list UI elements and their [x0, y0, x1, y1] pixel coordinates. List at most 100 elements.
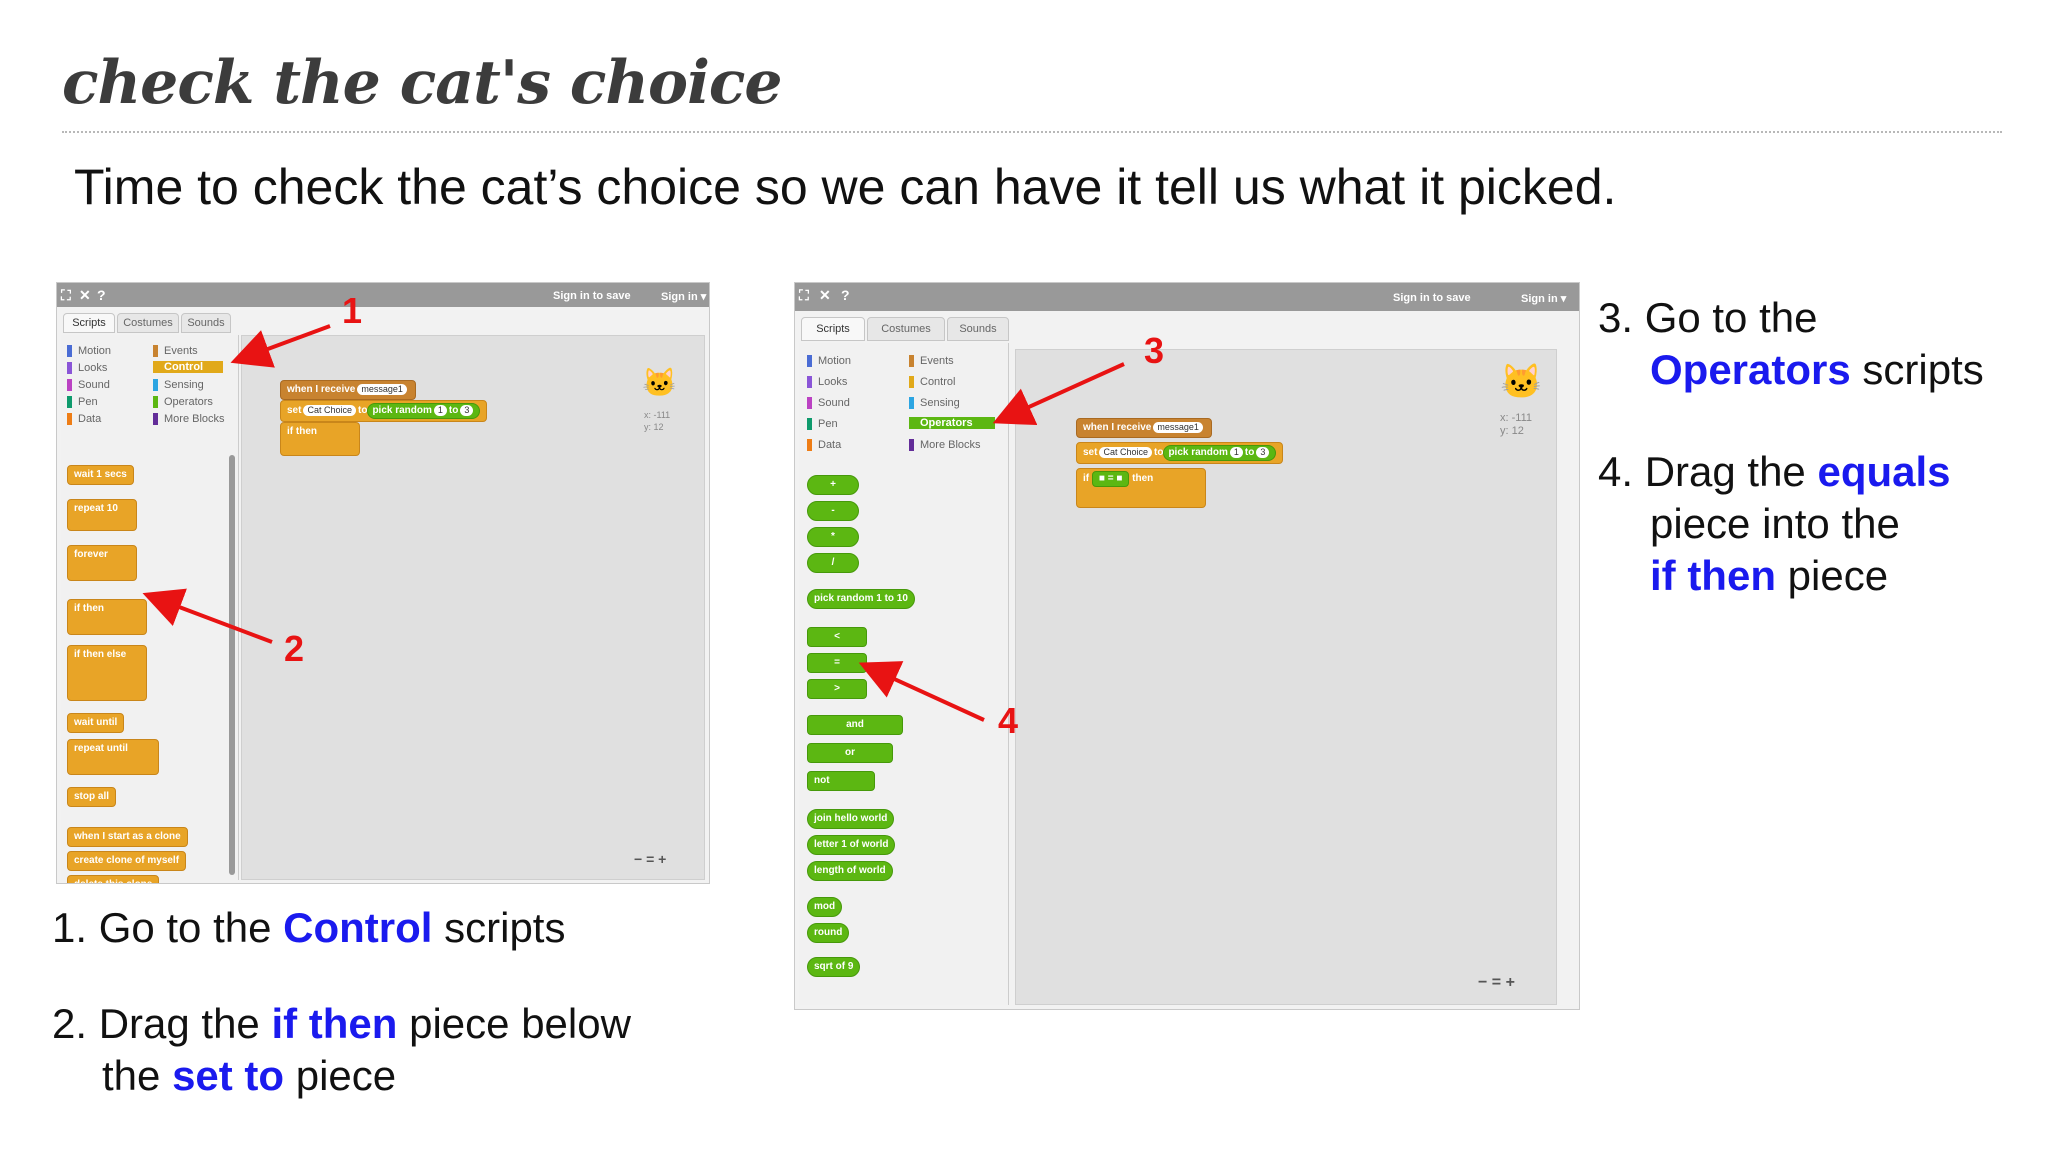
block-if-then-placed[interactable]: if then — [280, 422, 360, 456]
block-if-then-placed[interactable]: if ■ = ■ then — [1076, 468, 1206, 508]
block-set-to[interactable]: set Cat Choice to pick random 1 to 3 — [280, 400, 488, 422]
tab-costumes[interactable]: Costumes — [117, 313, 179, 333]
block-when-i-receive[interactable]: when I receive message1 — [280, 380, 416, 400]
category-events[interactable]: Events — [153, 345, 198, 357]
category-pen[interactable]: Pen — [67, 396, 98, 408]
step-3-line2: Operators scripts — [1650, 346, 1984, 393]
sprite-y: y: 12 — [644, 422, 664, 432]
sprite-y: y: 12 — [1500, 425, 1524, 437]
slide-title: check the cat's choice — [62, 48, 783, 118]
category-control[interactable]: Control — [153, 361, 223, 373]
block-repeat[interactable]: repeat 10 — [67, 499, 137, 531]
block-length-of[interactable]: length of world — [807, 861, 893, 881]
zoom-controls[interactable]: − = + — [634, 851, 666, 867]
category-sensing[interactable]: Sensing — [153, 379, 204, 391]
fullscreen-icon[interactable]: ⛶ — [799, 287, 809, 304]
block-not[interactable]: not — [807, 771, 875, 791]
block-join[interactable]: join hello world — [807, 809, 895, 829]
step-4-line2: piece into the — [1650, 500, 1900, 547]
block-equals[interactable]: = — [807, 653, 867, 673]
block-delete-clone[interactable]: delete this clone — [67, 875, 160, 883]
sign-in-menu[interactable]: Sign in ▾ — [1521, 292, 1566, 305]
block-sqrt[interactable]: sqrt of 9 — [807, 957, 861, 977]
shrink-icon[interactable]: ✕ — [79, 287, 91, 304]
scratch-screenshot-operators: ⛶ ✕ ? Sign in to save Sign in ▾ Scripts … — [794, 282, 1580, 1010]
block-stop[interactable]: stop all — [67, 787, 117, 807]
category-control[interactable]: Control — [909, 376, 955, 388]
block-greater-than[interactable]: > — [807, 679, 867, 699]
block-palette: Motion Looks Sound Pen Data Events Contr… — [799, 343, 1009, 1005]
block-letter-of[interactable]: letter 1 of world — [807, 835, 896, 855]
palette-scrollbar[interactable] — [229, 455, 235, 875]
step-1: 1. Go to the Control scripts — [52, 904, 566, 951]
block-if-then[interactable]: if then — [67, 599, 147, 635]
block-forever[interactable]: forever — [67, 545, 137, 581]
help-icon[interactable]: ? — [97, 287, 106, 303]
category-more-blocks[interactable]: More Blocks — [153, 413, 225, 425]
block-palette: Motion Looks Sound Pen Data Events Contr… — [61, 335, 239, 883]
marker-1: 1 — [342, 290, 363, 331]
block-divide[interactable]: / — [807, 553, 859, 573]
shrink-icon[interactable]: ✕ — [819, 287, 831, 304]
block-subtract[interactable]: - — [807, 501, 859, 521]
sign-in-to-save[interactable]: Sign in to save — [553, 290, 631, 302]
block-pick-random[interactable]: pick random 1 to 10 — [807, 589, 915, 609]
category-events[interactable]: Events — [909, 355, 954, 367]
category-operators[interactable]: Operators — [909, 417, 995, 429]
scratch-menubar: ⛶ ✕ ? Sign in to save Sign in ▾ — [795, 283, 1579, 311]
category-motion[interactable]: Motion — [807, 355, 851, 367]
block-mod[interactable]: mod — [807, 897, 843, 917]
help-icon[interactable]: ? — [841, 287, 850, 303]
sign-in-menu[interactable]: Sign in ▾ — [661, 290, 706, 303]
tab-sounds[interactable]: Sounds — [181, 313, 231, 333]
category-looks[interactable]: Looks — [807, 376, 847, 388]
category-motion[interactable]: Motion — [67, 345, 111, 357]
intro-text: Time to check the cat’s choice so we can… — [74, 159, 1617, 215]
marker-2: 2 — [284, 628, 305, 669]
tab-sounds[interactable]: Sounds — [947, 317, 1009, 341]
tab-scripts[interactable]: Scripts — [801, 317, 865, 341]
block-set-to[interactable]: set Cat Choice to pick random 1 to 3 — [1076, 442, 1284, 464]
block-multiply[interactable]: * — [807, 527, 859, 547]
category-operators[interactable]: Operators — [153, 396, 213, 408]
step-4-line3: if then piece — [1650, 552, 1889, 599]
block-or[interactable]: or — [807, 743, 893, 763]
block-repeat-until[interactable]: repeat until — [67, 739, 159, 775]
block-when-clone[interactable]: when I start as a clone — [67, 827, 188, 847]
block-wait-until[interactable]: wait until — [67, 713, 125, 733]
block-round[interactable]: round — [807, 923, 850, 943]
category-sensing[interactable]: Sensing — [909, 397, 960, 409]
category-pen[interactable]: Pen — [807, 418, 838, 430]
marker-3: 3 — [1144, 330, 1165, 371]
category-sound[interactable]: Sound — [67, 379, 110, 391]
sprite-cat-icon: 🐱 — [1500, 363, 1543, 401]
block-create-clone[interactable]: create clone of myself — [67, 851, 187, 871]
scratch-screenshot-control: ⛶ ✕ ? Sign in to save Sign in ▾ Scripts … — [56, 282, 710, 884]
category-data[interactable]: Data — [67, 413, 101, 425]
step-2: 2. Drag the if then piece below — [52, 1000, 631, 1047]
category-more-blocks[interactable]: More Blocks — [909, 439, 981, 451]
step-3: 3. Go to the — [1598, 294, 1818, 341]
block-less-than[interactable]: < — [807, 627, 867, 647]
script-area: when I receive message1 set Cat Choice to pi… — [241, 335, 705, 880]
tab-scripts[interactable]: Scripts — [63, 313, 115, 333]
title-divider — [62, 131, 2002, 133]
fullscreen-icon[interactable]: ⛶ — [61, 287, 71, 304]
category-sound[interactable]: Sound — [807, 397, 850, 409]
script-area: when I receive message1 set Cat Choice to pi… — [1015, 349, 1557, 1005]
sprite-cat-icon: 🐱 — [642, 367, 677, 398]
block-add[interactable]: + — [807, 475, 859, 495]
tab-costumes[interactable]: Costumes — [867, 317, 945, 341]
category-looks[interactable]: Looks — [67, 362, 107, 374]
sprite-x: x: -111 — [644, 410, 671, 420]
block-wait[interactable]: wait 1 secs — [67, 465, 134, 485]
step-2-line2: the set to piece — [102, 1052, 397, 1099]
sign-in-to-save[interactable]: Sign in to save — [1393, 292, 1471, 304]
zoom-controls[interactable]: − = + — [1478, 974, 1515, 992]
sprite-x: x: -111 — [1500, 412, 1532, 424]
block-and[interactable]: and — [807, 715, 903, 735]
category-data[interactable]: Data — [807, 439, 841, 451]
block-when-i-receive[interactable]: when I receive message1 — [1076, 418, 1212, 438]
block-if-then-else[interactable]: if then else — [67, 645, 147, 701]
step-4: 4. Drag the equals — [1598, 448, 1951, 495]
